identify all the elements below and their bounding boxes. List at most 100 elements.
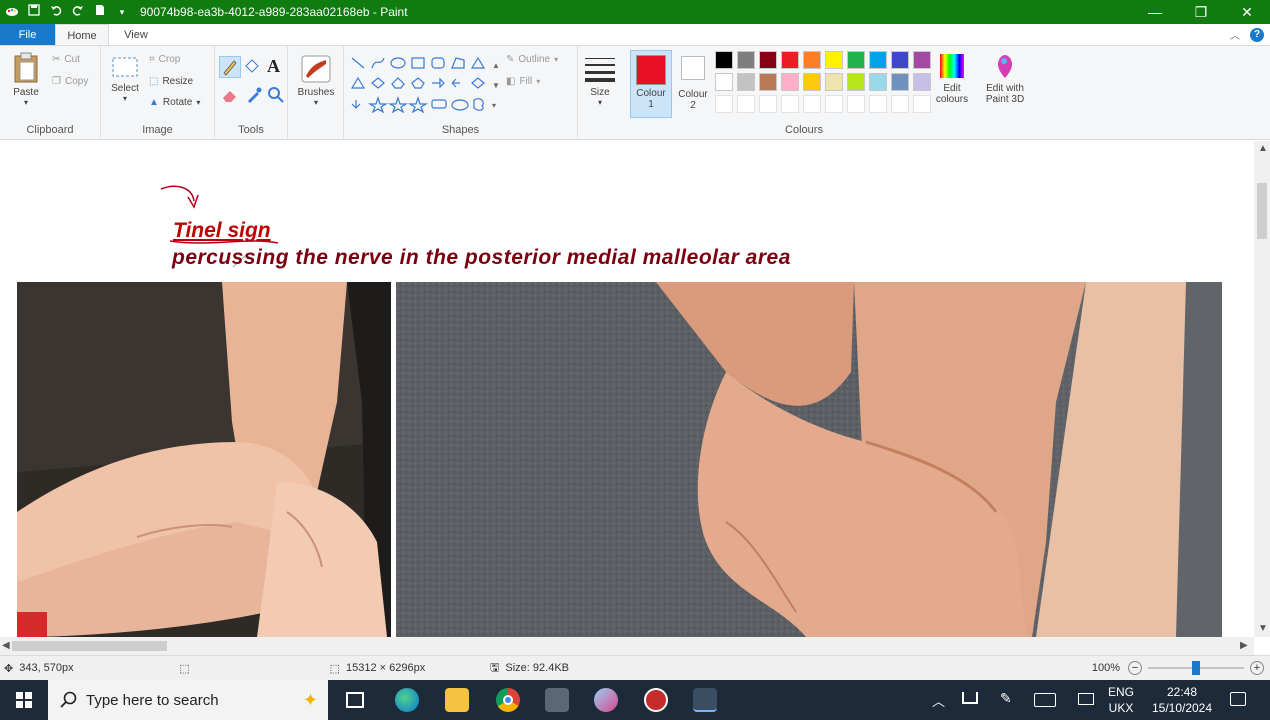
colour-swatch[interactable] (737, 51, 755, 69)
save-icon[interactable] (26, 4, 42, 20)
size-button[interactable]: Size ▾ (582, 54, 618, 107)
colour-swatch[interactable] (737, 73, 755, 91)
tab-view[interactable]: View (109, 24, 163, 45)
start-button[interactable] (0, 680, 48, 720)
display-icon[interactable] (1078, 693, 1094, 705)
fill-tool[interactable] (243, 58, 261, 79)
colour2-button[interactable]: Colour 2 (674, 50, 712, 118)
paint-app-icon[interactable] (4, 4, 20, 20)
calculator-icon[interactable] (545, 688, 569, 712)
colour-swatch[interactable] (803, 73, 821, 91)
colour-swatch[interactable] (803, 51, 821, 69)
colour-swatch[interactable] (869, 51, 887, 69)
colour-swatch[interactable] (715, 51, 733, 69)
custom-colour-slot[interactable] (825, 95, 843, 113)
scroll-right-icon[interactable]: ▶ (1240, 640, 1248, 651)
custom-colour-slot[interactable] (869, 95, 887, 113)
customize-qa-icon[interactable]: ▾ (114, 4, 130, 20)
maximize-button[interactable]: ❐ (1178, 0, 1224, 24)
fill-button[interactable]: ◧ Fill ▾ (506, 76, 540, 87)
file-explorer-icon[interactable] (445, 688, 469, 712)
color-picker-tool[interactable] (245, 86, 263, 107)
close-button[interactable]: ✕ (1224, 0, 1270, 24)
colour1-button[interactable]: Colour 1 (630, 50, 672, 118)
colour-swatch[interactable] (847, 73, 865, 91)
vertical-scrollbar[interactable]: ▲ ▼ (1254, 141, 1270, 637)
zoom-slider-thumb[interactable] (1192, 661, 1200, 675)
resize-button[interactable]: ⬚ Resize (149, 76, 193, 87)
brushes-button[interactable]: Brushes ▾ (296, 54, 336, 107)
colour-swatch[interactable] (847, 51, 865, 69)
clock[interactable]: 22:48 15/10/2024 (1146, 684, 1218, 716)
horizontal-scroll-thumb[interactable] (12, 641, 167, 651)
pen-icon[interactable]: ✎ (1000, 690, 1012, 707)
custom-colour-slot[interactable] (781, 95, 799, 113)
select-button[interactable]: Select ▾ (109, 56, 141, 103)
zoom-out-button[interactable]: − (1128, 661, 1142, 675)
colour-swatch[interactable] (891, 51, 909, 69)
keyboard-icon[interactable] (1034, 693, 1056, 707)
shapes-scroll[interactable]: ▲ ▼ ▾ (492, 56, 500, 116)
notifications-icon[interactable] (1230, 692, 1246, 706)
custom-colour-slot[interactable] (913, 95, 931, 113)
custom-colour-slot[interactable] (803, 95, 821, 113)
shapes-gallery[interactable] (350, 54, 500, 116)
cut-button[interactable]: ✂ Cut (52, 54, 80, 65)
custom-colour-slot[interactable] (715, 95, 733, 113)
colour-swatch[interactable] (715, 73, 733, 91)
colour-swatch[interactable] (781, 51, 799, 69)
pencil-tool[interactable] (219, 56, 241, 78)
vertical-scroll-thumb[interactable] (1257, 183, 1267, 239)
colour-swatch[interactable] (913, 73, 931, 91)
custom-colour-slot[interactable] (847, 95, 865, 113)
colour-swatch[interactable] (825, 51, 843, 69)
custom-colour-slot[interactable] (759, 95, 777, 113)
paste-label: Paste (13, 87, 39, 98)
status-bar: ✥ 343, 570px ⬚ ⬚ 15312 × 6296px 🖫 Size: … (0, 655, 1270, 680)
minimize-button[interactable]: — (1132, 0, 1178, 24)
zoom-in-button[interactable]: + (1250, 661, 1264, 675)
edit-with-paint3d-button[interactable]: Edit with Paint 3D (980, 52, 1030, 105)
colour-swatch[interactable] (891, 73, 909, 91)
copy-button[interactable]: ❐ Copy (52, 76, 88, 87)
help-icon[interactable]: ? (1250, 27, 1264, 42)
chrome-icon[interactable] (496, 688, 520, 712)
taskbar-search[interactable]: Type here to search ✦ (48, 680, 328, 720)
paint-taskbar-icon[interactable] (693, 688, 717, 712)
eraser-tool[interactable] (221, 86, 239, 107)
outline-button[interactable]: ✎ Outline ▾ (506, 54, 558, 65)
colour-swatch[interactable] (759, 73, 777, 91)
custom-colour-slot[interactable] (737, 95, 755, 113)
colour-swatch[interactable] (781, 73, 799, 91)
snipping-tool-icon[interactable] (594, 688, 618, 712)
scroll-down-icon[interactable]: ▼ (1258, 623, 1268, 634)
crop-button[interactable]: ⌗ Crop (149, 54, 180, 65)
collapse-ribbon-icon[interactable]: ︿ (1230, 27, 1240, 42)
colour-swatch[interactable] (913, 51, 931, 69)
canvas[interactable]: Tinel sign percussing the nerve in the p… (0, 141, 1254, 637)
colour-swatch[interactable] (869, 73, 887, 91)
colour-swatch[interactable] (759, 51, 777, 69)
scroll-left-icon[interactable]: ◀ (2, 640, 10, 651)
new-file-icon[interactable] (92, 4, 108, 20)
tab-home[interactable]: Home (55, 24, 109, 45)
magnifier-tool[interactable] (267, 86, 285, 107)
task-view-icon[interactable] (346, 692, 364, 708)
network-icon[interactable] (962, 692, 978, 704)
tray-chevron-icon[interactable]: ︿ (932, 691, 945, 710)
text-tool-icon[interactable]: A (267, 56, 280, 77)
zoom-slider[interactable] (1148, 661, 1244, 675)
edit-colours-button[interactable]: Edit colours (932, 52, 972, 105)
redo-icon[interactable] (70, 4, 86, 20)
clock-app-icon[interactable] (644, 688, 668, 712)
edge-icon[interactable] (395, 688, 419, 712)
undo-icon[interactable] (48, 4, 64, 20)
colour-swatch[interactable] (825, 73, 843, 91)
tab-file[interactable]: File (0, 24, 55, 45)
scroll-up-icon[interactable]: ▲ (1258, 143, 1268, 154)
custom-colour-slot[interactable] (891, 95, 909, 113)
rotate-button[interactable]: ▲ Rotate ▾ (149, 97, 200, 108)
paste-button[interactable]: Paste ▾ (8, 52, 44, 107)
horizontal-scrollbar[interactable]: ◀ ▶ (0, 637, 1254, 655)
language-indicator[interactable]: ENG UKX (1108, 684, 1134, 716)
